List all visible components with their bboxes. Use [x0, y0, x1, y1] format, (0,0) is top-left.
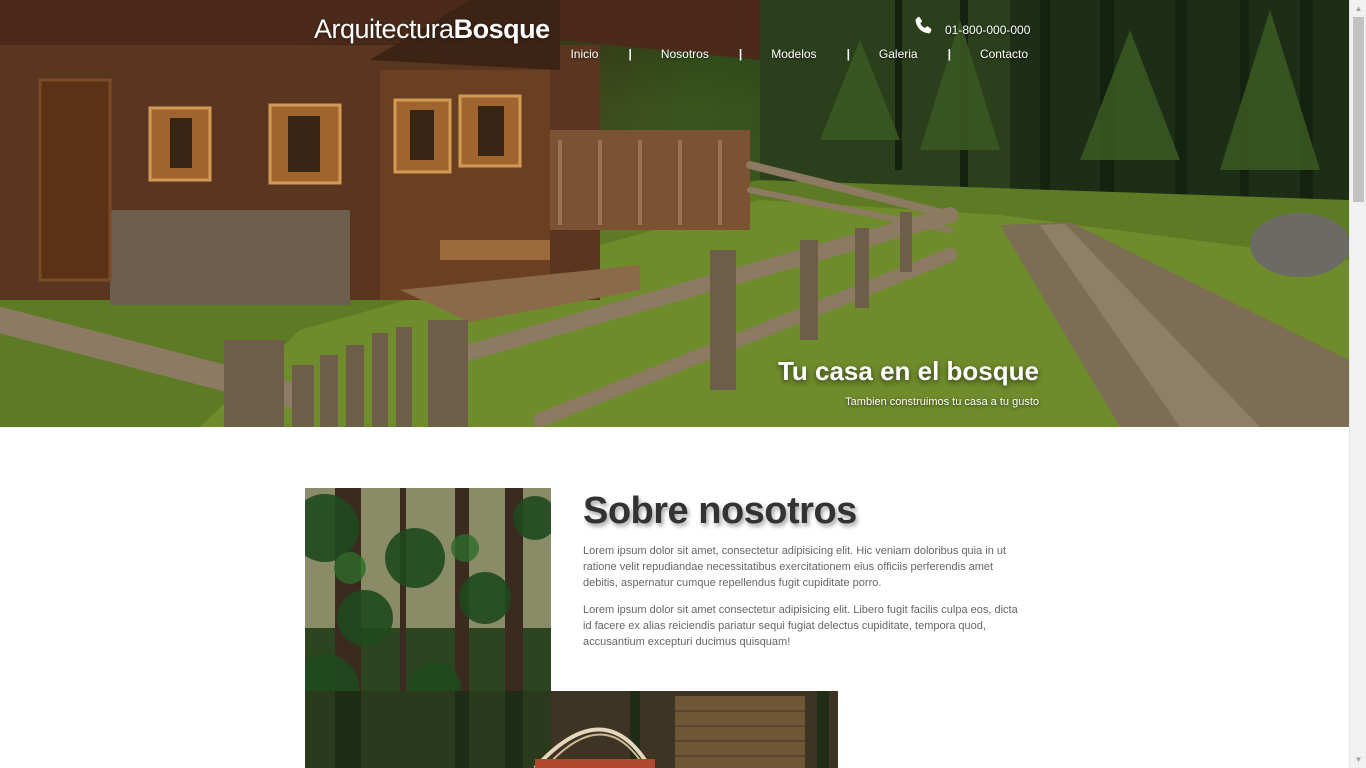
page-scrollbar[interactable]: ▲ ▼ [1349, 0, 1366, 768]
nav-separator: | [628, 47, 632, 61]
scroll-up-arrow-icon[interactable]: ▲ [1350, 0, 1366, 17]
about-paragraph-1: Lorem ipsum dolor sit amet, consectetur … [583, 545, 1007, 589]
nav-link-modelos[interactable]: Modelos [771, 47, 816, 61]
hero-banner: ArquitecturaBosque 01-800-000-000 Inicio… [0, 0, 1349, 427]
hero-cabin-forest-image [0, 0, 1349, 427]
nav-link-contacto[interactable]: Contacto [980, 47, 1028, 61]
nav-separator: | [846, 47, 850, 61]
about-hammock-image [305, 691, 838, 768]
header-phone: 01-800-000-000 [912, 15, 1030, 37]
hero-title: Tu casa en el bosque [777, 356, 1039, 386]
about-title: Sobre nosotros [583, 490, 857, 532]
nav-link-inicio[interactable]: Inicio [570, 47, 598, 61]
about-paragraph-2: Lorem ipsum dolor sit amet consectetur a… [583, 604, 1018, 648]
logo-text-thin: Arquitectura [314, 14, 454, 44]
scrollbar-thumb[interactable] [1353, 17, 1364, 202]
phone-icon [915, 16, 932, 34]
nav-separator: | [738, 47, 743, 61]
brand-logo[interactable]: ArquitecturaBosque [314, 14, 550, 45]
nav-link-nosotros[interactable]: Nosotros [661, 47, 709, 61]
scroll-down-arrow-icon[interactable]: ▼ [1350, 751, 1366, 768]
phone-number[interactable]: 01-800-000-000 [945, 23, 1030, 37]
hero-subtitle: Tambien construimos tu casa a tu gusto [845, 396, 1039, 408]
hammock-photo [305, 691, 838, 768]
nav-separator: | [947, 47, 951, 61]
nav-link-galeria[interactable]: Galeria [879, 47, 918, 61]
main-nav: Inicio | Nosotros | Modelos | Galeria | … [570, 47, 1028, 61]
about-section: Sobre nosotros Lorem ipsum dolor sit ame… [583, 490, 1023, 650]
logo-text-bold: Bosque [453, 14, 551, 44]
